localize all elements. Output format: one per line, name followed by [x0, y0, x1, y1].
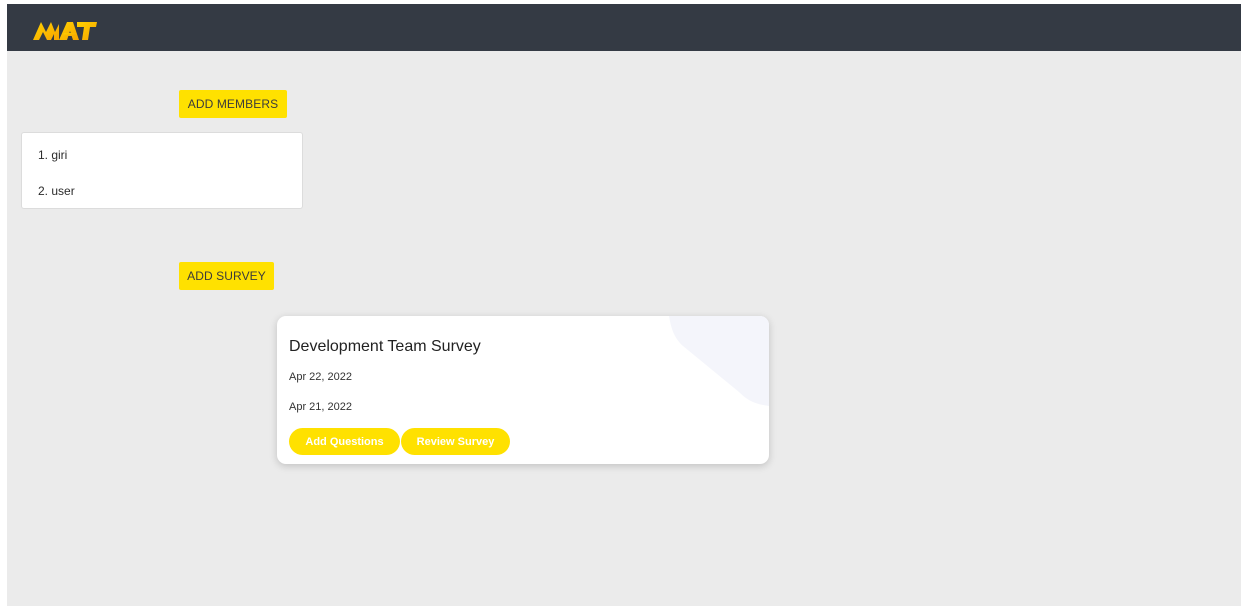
- card-decoration: [669, 316, 769, 406]
- survey-date-1: Apr 22, 2022: [289, 371, 352, 383]
- add-survey-button[interactable]: ADD SURVEY: [179, 262, 274, 290]
- add-members-button[interactable]: ADD MEMBERS: [179, 90, 287, 118]
- list-item: 2. user: [38, 184, 75, 198]
- list-item: 1. giri: [38, 148, 68, 162]
- review-survey-button[interactable]: Review Survey: [401, 428, 510, 455]
- top-navbar: [7, 4, 1241, 51]
- members-list: 1. giri 2. user: [21, 132, 303, 209]
- app-frame: ADD MEMBERS 1. giri 2. user ADD SURVEY D…: [7, 4, 1241, 606]
- mat-logo[interactable]: [33, 20, 97, 40]
- survey-date-2: Apr 21, 2022: [289, 401, 352, 413]
- survey-title: Development Team Survey: [289, 338, 481, 355]
- add-questions-button[interactable]: Add Questions: [289, 428, 400, 455]
- survey-card: Development Team Survey Apr 22, 2022 Apr…: [277, 316, 769, 464]
